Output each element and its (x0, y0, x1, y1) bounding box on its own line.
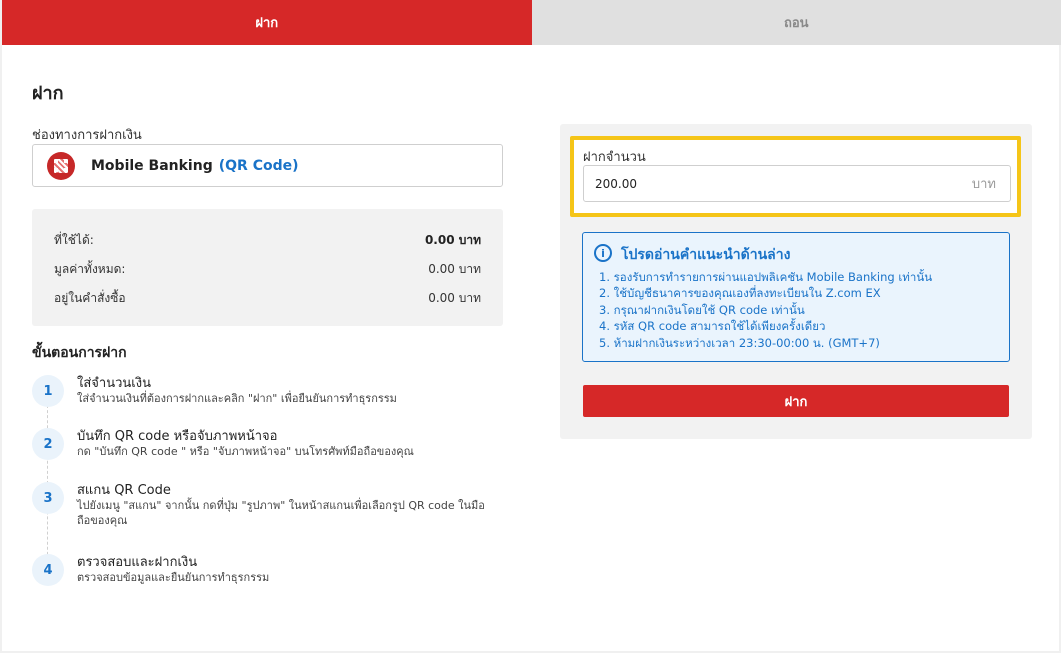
balance-row-total: มูลค่าทั้งหมด: 0.00 บาท (54, 260, 481, 279)
step-number: 1 (32, 375, 64, 407)
channel-name: Mobile Banking (91, 157, 213, 174)
amount-highlight: ฝากจำนวน 200.00 บาท (570, 136, 1021, 217)
balance-row-in-orders: อยู่ในคำสั่งซื้อ 0.00 บาท (54, 289, 481, 308)
instructions-box: i โปรดอ่านคำแนะนำด้านล่าง 1. รองรับการทำ… (582, 232, 1010, 362)
info-icon: i (594, 244, 612, 262)
balance-label: อยู่ในคำสั่งซื้อ (54, 291, 126, 305)
step-desc: ใส่จำนวนเงินที่ต้องการฝากและคลิก "ฝาก" เ… (77, 392, 397, 405)
amount-unit: บาท (971, 177, 996, 192)
balance-row-available: ที่ใช้ได้: 0.00 บาท (54, 231, 481, 250)
step-desc: ไปยังเมนู "สแกน" จากนั้น กดที่ปุ่ม "รูปภ… (77, 499, 485, 527)
channel-label: ช่องทางการฝากเงิน (32, 128, 142, 143)
step-desc: ตรวจสอบข้อมูลและยืนยันการทำธุรกรรม (77, 571, 270, 584)
deposit-form-card: ฝากจำนวน 200.00 บาท i โปรดอ่านคำแนะนำด้า… (560, 124, 1032, 439)
instruction-item: 5. ห้ามฝากเงินระหว่างเวลา 23:30-00:00 น.… (599, 335, 880, 350)
channel-sub: (QR Code) (218, 157, 299, 174)
qr-code-icon (47, 151, 75, 180)
step-title: ตรวจสอบและฝากเงิน (77, 555, 198, 570)
main-panel: ฝาก ช่องทางการฝากเงิน Mobile Banking (QR… (2, 45, 1059, 651)
step-desc: กด "บันทึก QR code " หรือ "จับภาพหน้าจอ"… (77, 445, 414, 458)
tab-withdraw[interactable]: ถอน (531, 0, 1061, 45)
instruction-item: 2. ใช้บัญชีธนาคารของคุณเองที่ลงทะเบียนใน… (599, 286, 881, 301)
step-number: 2 (32, 428, 64, 460)
tab-bar: ฝาก ถอน (2, 0, 1061, 45)
step-number: 3 (32, 482, 64, 514)
instructions-title: โปรดอ่านคำแนะนำด้านล่าง (621, 247, 791, 263)
instructions-list: 1. รองรับการทำรายการผ่านแอปพลิเคชัน Mobi… (599, 269, 932, 351)
amount-label: ฝากจำนวน (583, 150, 646, 165)
page-title: ฝาก (32, 83, 64, 104)
instruction-item: 4. รหัส QR code สามารถใช้ได้เพียงครั้งเด… (599, 319, 826, 334)
step-number: 4 (32, 554, 64, 586)
balance-label: มูลค่าทั้งหมด: (54, 262, 126, 276)
balance-value: 0.00 บาท (428, 262, 481, 276)
balance-value: 0.00 บาท (428, 291, 481, 305)
channel-selector[interactable]: Mobile Banking (QR Code) (32, 144, 503, 187)
step-title: บันทึก QR code หรือจับภาพหน้าจอ (77, 429, 278, 444)
amount-input[interactable]: 200.00 บาท (583, 165, 1011, 202)
deposit-submit-button[interactable]: ฝาก (583, 385, 1009, 417)
tab-deposit[interactable]: ฝาก (2, 0, 532, 45)
balance-summary: ที่ใช้ได้: 0.00 บาท มูลค่าทั้งหมด: 0.00 … (32, 209, 503, 326)
steps-title: ขั้นตอนการฝาก (32, 345, 127, 361)
balance-label: ที่ใช้ได้: (54, 233, 94, 247)
step-title: ใส่จำนวนเงิน (77, 376, 151, 391)
instruction-item: 3. กรุณาฝากเงินโดยใช้ QR code เท่านั้น (599, 302, 805, 317)
step-title: สแกน QR Code (77, 483, 171, 498)
instruction-item: 1. รองรับการทำรายการผ่านแอปพลิเคชัน Mobi… (599, 270, 933, 284)
balance-value: 0.00 บาท (424, 233, 481, 247)
amount-value: 200.00 (595, 176, 637, 191)
